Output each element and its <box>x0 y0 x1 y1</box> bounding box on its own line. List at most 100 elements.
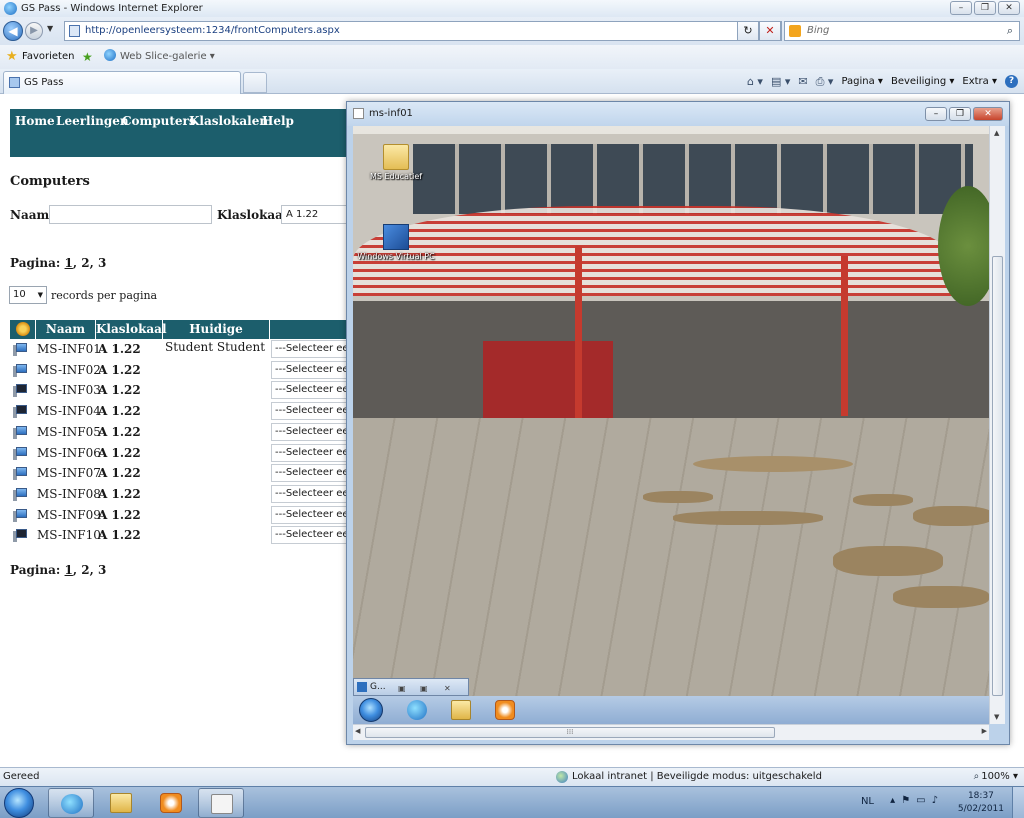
vm-desktop[interactable]: MS Educatief Windows Virtual PC G... ▣ ▣… <box>353 126 989 724</box>
vm-minimized-window[interactable]: G... ▣ ▣ ✕ <box>353 678 469 696</box>
page-link-3[interactable]: 3 <box>98 563 106 577</box>
home-icon[interactable]: ⌂ ▾ <box>747 75 763 88</box>
nav-leerlingen[interactable]: Leerlingen <box>56 114 129 128</box>
assign-user-select[interactable]: ---Selecteer een <box>271 340 349 358</box>
media-player-icon[interactable] <box>495 700 515 720</box>
vm-minimize-button[interactable]: – <box>925 107 947 121</box>
restore-icon[interactable]: ▣ <box>398 681 406 697</box>
vm-titlebar[interactable]: ms-inf01 – ❐ ✕ <box>347 102 1009 126</box>
forward-button[interactable]: ▶ <box>25 22 43 40</box>
maximize-button[interactable]: ❐ <box>974 1 996 15</box>
nav-computers[interactable]: Computers <box>122 114 196 128</box>
assign-user-select[interactable]: ---Selecteer een <box>271 422 349 441</box>
page-link-2[interactable]: 2 <box>81 256 89 270</box>
desktop-icon-ms-educatief[interactable]: MS Educatief <box>361 144 431 181</box>
add-favorite-icon[interactable]: ★ <box>82 45 93 69</box>
close-button[interactable]: ✕ <box>998 1 1020 15</box>
assign-user-select[interactable]: ---Selecteer een <box>271 402 349 421</box>
scroll-right-icon[interactable]: ▶ <box>982 727 987 735</box>
assign-user-select[interactable]: ---Selecteer een <box>271 360 349 379</box>
history-dropdown-icon[interactable]: ▼ <box>47 24 53 33</box>
taskbar-explorer-button[interactable] <box>98 788 144 818</box>
favorites-star-icon[interactable]: ★ <box>6 45 18 69</box>
nav-klaslokalen[interactable]: Klaslokalen <box>189 114 268 128</box>
assign-user-select[interactable]: ---Selecteer een <box>271 526 349 545</box>
back-button[interactable]: ◀ <box>3 21 23 41</box>
new-tab-button[interactable] <box>243 72 267 93</box>
table-row[interactable]: MS-INF02 A 1.22 ---Selecteer een <box>10 360 349 381</box>
webslice-gallery[interactable]: Web Slice-galerie ▾ <box>104 45 215 69</box>
stop-button[interactable]: ✕ <box>759 21 781 41</box>
mail-icon[interactable]: ✉ <box>798 75 807 88</box>
maximize-icon[interactable]: ▣ <box>420 681 428 697</box>
search-box[interactable]: Bing ⌕ <box>784 21 1020 41</box>
security-menu[interactable]: Beveiliging ▾ <box>891 76 954 87</box>
taskbar-media-button[interactable] <box>148 788 194 818</box>
refresh-button[interactable]: ↻ <box>737 21 759 41</box>
favorites-button[interactable]: Favorieten <box>22 45 74 69</box>
ie-icon[interactable] <box>407 700 427 720</box>
table-row[interactable]: MS-INF01 A 1.22 Student Student ---Selectee… <box>10 340 349 360</box>
vm-vertical-scroll-thumb[interactable] <box>992 256 1003 696</box>
refresh-grid-button[interactable] <box>10 320 36 339</box>
table-row[interactable]: MS-INF09 A 1.22 ---Selecteer een <box>10 505 349 526</box>
page-link-2[interactable]: 2 <box>81 563 89 577</box>
taskbar-java-button[interactable] <box>198 788 244 818</box>
security-zone[interactable]: Lokaal intranet | Beveiligde modus: uitg… <box>556 768 822 786</box>
vm-close-button[interactable]: ✕ <box>973 107 1003 121</box>
help-icon[interactable]: ? <box>1005 75 1018 88</box>
search-icon[interactable]: ⌕ <box>1007 22 1013 40</box>
page-link-3[interactable]: 3 <box>98 256 106 270</box>
extra-menu[interactable]: Extra ▾ <box>962 76 997 87</box>
vm-taskbar <box>353 696 989 724</box>
vm-start-button[interactable] <box>359 698 383 722</box>
nav-home[interactable]: Home <box>15 114 55 128</box>
records-per-page-select[interactable]: 10 ▼ <box>9 286 47 304</box>
vm-horizontal-scrollbar[interactable]: ◀ ⁞⁞⁞ ▶ <box>353 724 989 740</box>
print-icon[interactable]: ⎙ ▾ <box>816 75 834 89</box>
klaslokaal-select[interactable]: A 1.22 <box>281 205 347 224</box>
page-link-1[interactable]: 1 <box>65 256 73 270</box>
table-row[interactable]: MS-INF08 A 1.22 ---Selecteer een <box>10 484 349 505</box>
assign-user-select[interactable]: ---Selecteer een <box>271 484 349 503</box>
scroll-down-icon[interactable]: ▼ <box>994 713 999 721</box>
table-row[interactable]: MS-INF05 A 1.22 ---Selecteer een <box>10 422 349 443</box>
table-row[interactable]: MS-INF10 A 1.22 ---Selecteer een <box>10 526 349 546</box>
assign-user-select[interactable]: ---Selecteer een <box>271 443 349 462</box>
scroll-left-icon[interactable]: ◀ <box>355 727 360 735</box>
scroll-up-icon[interactable]: ▲ <box>994 129 999 137</box>
page-link-1[interactable]: 1 <box>65 563 73 577</box>
desktop-icon-windows-virtual-pc[interactable]: Windows Virtual PC <box>357 224 435 261</box>
tab-gs-pass[interactable]: GS Pass <box>3 71 241 94</box>
col-actie <box>270 320 346 339</box>
naam-input[interactable] <box>49 205 212 224</box>
vm-minibar-label: G... <box>370 682 386 692</box>
assign-user-select[interactable]: ---Selecteer een <box>271 464 349 483</box>
vm-vertical-scrollbar[interactable]: ▲ ▼ <box>989 126 1005 724</box>
table-row[interactable]: MS-INF03 A 1.22 ---Selecteer een <box>10 381 349 401</box>
zoom-control[interactable]: ⌕ 100% ▾ <box>974 768 1018 786</box>
clock-date: 5/02/2011 <box>957 804 1004 814</box>
vm-maximize-button[interactable]: ❐ <box>949 107 971 121</box>
table-row[interactable]: MS-INF07 A 1.22 ---Selecteer een <box>10 464 349 484</box>
taskbar-ie-button[interactable] <box>48 788 94 818</box>
vm-window[interactable]: ms-inf01 – ❐ ✕ MS Educatief Windows Virt… <box>346 101 1010 745</box>
start-button[interactable] <box>4 788 34 818</box>
minimize-button[interactable]: – <box>950 1 972 15</box>
table-row[interactable]: MS-INF06 A 1.22 ---Selecteer een <box>10 443 349 464</box>
address-bar[interactable]: http://openleersysteem:1234/frontCompute… <box>64 21 782 41</box>
table-row[interactable]: MS-INF04 A 1.22 ---Selecteer een <box>10 402 349 422</box>
nav-help[interactable]: Help <box>262 114 294 128</box>
page-title: Computers <box>10 174 90 189</box>
page-menu[interactable]: Pagina ▾ <box>841 76 883 87</box>
clock[interactable]: 18:37 5/02/2011 <box>958 790 1004 816</box>
feeds-icon[interactable]: ▤ ▾ <box>771 75 790 88</box>
explorer-icon[interactable] <box>451 700 471 720</box>
show-desktop-button[interactable] <box>1012 787 1024 818</box>
close-icon[interactable]: ✕ <box>444 681 451 697</box>
assign-user-select[interactable]: ---Selecteer een <box>271 505 349 524</box>
vm-horizontal-scroll-thumb[interactable]: ⁞⁞⁞ <box>365 727 775 738</box>
assign-user-select[interactable]: ---Selecteer een <box>271 381 349 400</box>
tray-icons[interactable]: ▴⚑▭♪ <box>890 795 944 806</box>
language-indicator[interactable]: NL <box>861 796 874 807</box>
